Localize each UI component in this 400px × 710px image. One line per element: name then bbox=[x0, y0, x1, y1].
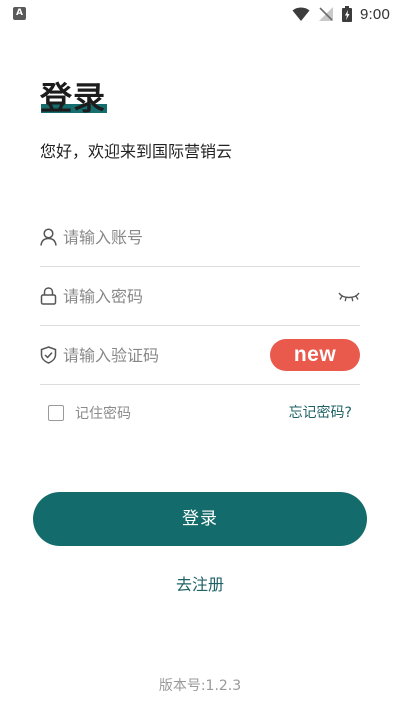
captcha-field-row: new bbox=[40, 326, 360, 385]
account-input[interactable] bbox=[63, 222, 323, 252]
page-title: 登录 bbox=[40, 79, 107, 117]
account-field-row bbox=[40, 208, 360, 267]
clock-time: 9:00 bbox=[360, 5, 390, 23]
version-label: 版本号:1.2.3 bbox=[158, 678, 242, 694]
lock-icon bbox=[40, 287, 57, 305]
welcome-subtitle: 您好，欢迎来到国际营销云 bbox=[40, 142, 233, 161]
remember-checkbox[interactable] bbox=[48, 405, 64, 421]
wifi-icon bbox=[292, 7, 310, 21]
remember-password-row[interactable]: 记住密码 bbox=[48, 402, 131, 424]
notification-icon: A bbox=[13, 7, 26, 20]
battery-icon bbox=[342, 6, 352, 22]
status-bar: A 9:00 bbox=[0, 0, 400, 28]
register-link[interactable]: 去注册 bbox=[0, 574, 400, 596]
signal-icon bbox=[319, 7, 333, 21]
password-input[interactable] bbox=[63, 281, 323, 311]
captcha-input[interactable] bbox=[63, 340, 233, 370]
status-bar-right: 9:00 bbox=[292, 4, 390, 24]
login-screen: A 9:00 登录 您好，欢迎来到国际营销云 请输入账号 请输入验证码 new … bbox=[0, 0, 400, 710]
user-icon bbox=[40, 228, 57, 246]
remember-label: 记住密码 bbox=[75, 406, 131, 422]
eye-closed-icon[interactable] bbox=[338, 289, 360, 303]
captcha-image-button[interactable]: new bbox=[270, 339, 360, 371]
forgot-password-link[interactable]: 忘记密码? bbox=[289, 402, 352, 424]
page-title-wrap: 登录 bbox=[40, 78, 107, 124]
login-button[interactable]: 登录 bbox=[33, 492, 367, 546]
password-field-row bbox=[40, 267, 360, 326]
shield-check-icon bbox=[40, 346, 57, 364]
